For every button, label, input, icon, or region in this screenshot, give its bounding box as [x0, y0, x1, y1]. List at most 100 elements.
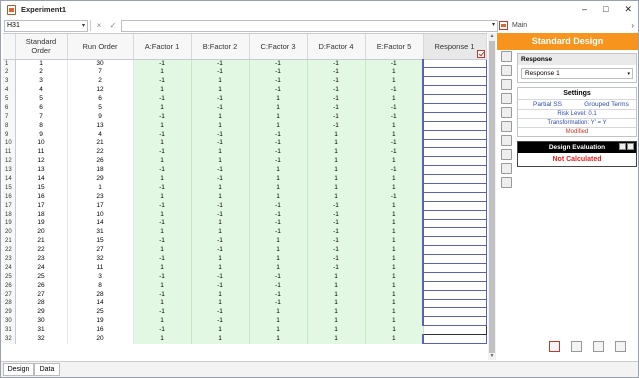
- table-cell[interactable]: -1: [133, 112, 192, 122]
- table-cell[interactable]: -1: [249, 59, 308, 68]
- table-cell[interactable]: 1: [365, 316, 424, 326]
- table-cell[interactable]: 1: [365, 299, 424, 308]
- table-cell[interactable]: -1: [307, 236, 366, 246]
- table-cell[interactable]: 4: [15, 85, 68, 95]
- row-number[interactable]: 15: [3, 183, 16, 193]
- table-cell[interactable]: 11: [15, 147, 68, 157]
- table-cell[interactable]: 1: [365, 130, 424, 140]
- response-cell[interactable]: [422, 289, 487, 300]
- table-row[interactable]: 18 18 10 1 -1 -1 -1 1: [3, 209, 487, 220]
- table-row[interactable]: 14 14 29 1 -1 1 1 1: [3, 174, 487, 184]
- anova-tool-icon[interactable]: [500, 79, 512, 90]
- row-number[interactable]: 30: [3, 316, 16, 326]
- table-cell[interactable]: 1: [191, 290, 250, 300]
- table-cell[interactable]: -1: [249, 67, 308, 77]
- table-cell[interactable]: 32: [67, 254, 134, 264]
- table-cell[interactable]: -1: [249, 156, 308, 166]
- table-cell[interactable]: 1: [365, 245, 424, 255]
- table-cell[interactable]: -1: [307, 121, 366, 131]
- row-number[interactable]: 31: [3, 325, 16, 335]
- table-cell[interactable]: -1: [307, 59, 366, 68]
- response-cell[interactable]: [422, 85, 487, 96]
- response-cell[interactable]: [422, 280, 487, 291]
- response-cell[interactable]: [422, 94, 487, 104]
- table-cell[interactable]: 1: [307, 281, 366, 291]
- table-cell[interactable]: -1: [249, 272, 308, 282]
- table-cell[interactable]: -1: [249, 210, 308, 220]
- response-cell[interactable]: [422, 298, 487, 309]
- table-cell[interactable]: 1: [191, 147, 250, 157]
- table-cell[interactable]: 1: [365, 201, 424, 211]
- row-number[interactable]: 20: [3, 227, 16, 237]
- checkbox-icon[interactable]: [476, 49, 485, 58]
- table-cell[interactable]: -1: [307, 245, 366, 255]
- table-cell[interactable]: -1: [249, 201, 308, 211]
- table-cell[interactable]: -1: [249, 227, 308, 237]
- table-cell[interactable]: 27: [67, 245, 134, 255]
- edit-icon[interactable]: [627, 143, 634, 150]
- row-number[interactable]: 28: [3, 299, 16, 308]
- table-cell[interactable]: 1: [249, 307, 308, 317]
- table-cell[interactable]: 14: [67, 219, 134, 228]
- maximize-button[interactable]: □: [603, 4, 608, 15]
- filter-tool-icon[interactable]: [500, 177, 512, 188]
- table-cell[interactable]: -1: [133, 254, 192, 264]
- table-cell[interactable]: 18: [67, 165, 134, 175]
- response-cell[interactable]: [422, 316, 487, 327]
- table-cell[interactable]: -1: [307, 254, 366, 264]
- table-cell[interactable]: -1: [191, 272, 250, 282]
- row-number[interactable]: 21: [3, 236, 16, 246]
- row-number[interactable]: 14: [3, 174, 16, 184]
- table-row[interactable]: 26 26 8 1 -1 -1 1 1: [3, 280, 487, 291]
- response-cell[interactable]: [422, 129, 487, 140]
- table-cell[interactable]: 1: [365, 156, 424, 166]
- table-cell[interactable]: 1: [249, 183, 308, 193]
- design-tool-icon[interactable]: [500, 51, 512, 62]
- response-cell[interactable]: [422, 174, 487, 184]
- table-cell[interactable]: 1: [365, 121, 424, 131]
- row-number[interactable]: 23: [3, 254, 16, 264]
- table-cell[interactable]: 1: [191, 183, 250, 193]
- table-cell[interactable]: 14: [67, 299, 134, 308]
- table-row[interactable]: 20 20 31 1 1 -1 -1 1: [3, 227, 487, 238]
- table-cell[interactable]: -1: [307, 85, 366, 95]
- table-cell[interactable]: 2: [15, 67, 68, 77]
- table-cell[interactable]: 1: [249, 112, 308, 122]
- table-cell[interactable]: -1: [365, 165, 424, 175]
- table-cell[interactable]: 21: [15, 236, 68, 246]
- table-cell[interactable]: 1: [249, 254, 308, 264]
- graph-tool-icon[interactable]: [500, 65, 512, 76]
- table-cell[interactable]: 1: [133, 156, 192, 166]
- confirm-edit-button[interactable]: ✓: [107, 20, 119, 32]
- scroll-thumb[interactable]: [489, 41, 495, 353]
- row-number[interactable]: 25: [3, 272, 16, 282]
- table-row[interactable]: 19 19 14 -1 1 -1 -1 1: [3, 218, 487, 229]
- table-cell[interactable]: -1: [365, 147, 424, 157]
- table-cell[interactable]: -1: [365, 85, 424, 95]
- table-cell[interactable]: 1: [133, 103, 192, 113]
- table-cell[interactable]: 1: [133, 299, 192, 308]
- table-cell[interactable]: 20: [15, 227, 68, 237]
- response-cell[interactable]: [422, 218, 487, 229]
- table-cell[interactable]: 1: [307, 139, 366, 148]
- table-row[interactable]: 24 24 11 1 1 1 -1 1: [3, 262, 487, 273]
- list-view-icon[interactable]: [615, 341, 626, 352]
- table-cell[interactable]: -1: [191, 236, 250, 246]
- response-cell[interactable]: [422, 200, 487, 211]
- table-cell[interactable]: -1: [133, 165, 192, 175]
- table-cell[interactable]: 1: [15, 59, 68, 68]
- response-cell[interactable]: [422, 156, 487, 167]
- table-cell[interactable]: 20: [67, 334, 134, 344]
- table-cell[interactable]: -1: [249, 85, 308, 95]
- table-cell[interactable]: 1: [191, 227, 250, 237]
- table-cell[interactable]: -1: [365, 103, 424, 113]
- row-number[interactable]: 19: [3, 219, 16, 228]
- row-number[interactable]: 3: [3, 76, 16, 86]
- table-cell[interactable]: 1: [307, 147, 366, 157]
- table-cell[interactable]: 1: [133, 281, 192, 291]
- table-cell[interactable]: 1: [365, 307, 424, 317]
- corner-cell[interactable]: [3, 34, 16, 60]
- row-number[interactable]: 13: [3, 165, 16, 175]
- table-cell[interactable]: 19: [67, 316, 134, 326]
- table-cell[interactable]: 6: [15, 103, 68, 113]
